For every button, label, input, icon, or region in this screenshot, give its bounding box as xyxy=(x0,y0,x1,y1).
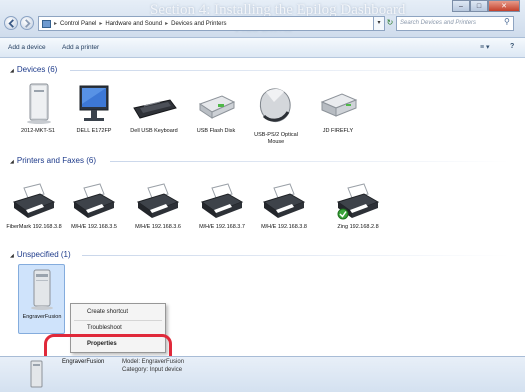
printers-group-header[interactable]: ◢ Printers and Faxes (6) xyxy=(10,156,96,165)
printer-item[interactable]: M/H/E 192.168.3.5 xyxy=(66,180,122,231)
printer-item-default[interactable]: Zing 192.168.2.8 xyxy=(330,180,386,231)
device-label: 2012-MKT-S1 xyxy=(21,128,55,134)
unspecified-group-label: Unspecified (1) xyxy=(16,250,71,259)
address-bar[interactable]: ▸ Control Panel ▸ Hardware and Sound ▸ D… xyxy=(38,16,374,31)
breadcrumb-hardware-sound[interactable]: Hardware and Sound xyxy=(105,21,162,27)
device-tower-icon xyxy=(31,269,53,310)
details-category: Category: Input device xyxy=(122,367,183,373)
group-divider xyxy=(70,70,510,71)
details-pane: EngraverFusion Model: EngraverFusion Cat… xyxy=(0,356,525,392)
keyboard-icon xyxy=(133,99,177,119)
devices-group-header[interactable]: ◢ Devices (6) xyxy=(10,65,57,74)
device-item[interactable]: DELL E172FP xyxy=(66,82,122,135)
printer-item[interactable]: M/H/E 192.168.3.8 xyxy=(256,180,312,231)
printer-item[interactable]: M/H/E 192.168.3.7 xyxy=(194,180,250,231)
add-device-button[interactable]: Add a device xyxy=(8,44,46,51)
printer-icon xyxy=(72,183,116,218)
collapse-icon[interactable]: ◢ xyxy=(10,159,14,165)
printer-icon xyxy=(262,183,306,218)
device-label: JD FIREFLY xyxy=(322,128,354,134)
printer-icon xyxy=(200,183,244,218)
view-options-button[interactable]: ≡ ▾ xyxy=(480,43,490,51)
device-label: USB Flash Disk xyxy=(196,128,236,134)
menu-item-create-shortcut[interactable]: Create shortcut xyxy=(87,309,128,315)
maximize-button[interactable]: □ xyxy=(470,0,488,12)
printer-label: M/H/E 192.168.3.7 xyxy=(199,224,245,230)
group-divider xyxy=(110,161,510,162)
menu-divider xyxy=(74,320,162,321)
title-bar: Section 4: Installing the Epilog Dashboa… xyxy=(0,0,525,38)
flash-drive-icon xyxy=(198,95,236,119)
breadcrumb-separator: ▸ xyxy=(54,21,58,27)
group-divider xyxy=(82,255,510,256)
unspecified-item[interactable]: EngraverFusion xyxy=(14,268,70,321)
minimize-button[interactable]: – xyxy=(452,0,470,12)
menu-item-troubleshoot[interactable]: Troubleshoot xyxy=(87,325,122,331)
unspecified-group-header[interactable]: ◢ Unspecified (1) xyxy=(10,250,71,259)
device-label: USB-PS/2 Optical Mouse xyxy=(254,132,298,145)
search-icon[interactable]: ⚲ xyxy=(504,17,510,26)
printer-item[interactable]: FiberMark 192.168.3.8 xyxy=(6,180,62,231)
unspecified-label: EngraverFusion xyxy=(22,314,62,320)
breadcrumb-separator: ▸ xyxy=(99,21,103,27)
forward-button[interactable] xyxy=(20,16,34,30)
printer-label: M/H/E 192.168.3.6 xyxy=(135,224,181,230)
device-item[interactable]: Dell USB Keyboard xyxy=(126,82,182,135)
device-label: DELL E172FP xyxy=(76,128,112,134)
arrow-right-icon xyxy=(25,19,31,28)
back-button[interactable] xyxy=(4,16,18,30)
breadcrumb-separator: ▸ xyxy=(165,21,169,27)
printer-icon xyxy=(12,183,56,218)
close-button[interactable]: ✕ xyxy=(488,0,520,12)
devices-group-label: Devices (6) xyxy=(16,65,58,74)
printer-icon xyxy=(136,183,180,218)
details-device-name: EngraverFusion xyxy=(62,359,105,365)
breadcrumb-devices-printers[interactable]: Devices and Printers xyxy=(171,21,226,27)
printer-label: FiberMark 192.168.3.8 xyxy=(6,224,62,230)
device-item[interactable]: USB Flash Disk xyxy=(188,82,244,135)
mouse-icon xyxy=(259,88,291,123)
add-printer-button[interactable]: Add a printer xyxy=(62,44,99,51)
device-item[interactable]: JD FIREFLY xyxy=(310,82,366,135)
command-bar: Add a device Add a printer ≡ ▾ ? xyxy=(0,38,525,58)
help-icon[interactable]: ? xyxy=(510,43,514,50)
printer-label: M/H/E 192.168.3.5 xyxy=(71,224,117,230)
printer-icon xyxy=(336,183,380,220)
arrow-left-icon xyxy=(8,19,14,28)
collapse-icon[interactable]: ◢ xyxy=(10,68,14,74)
device-item[interactable]: 2012-MKT-S1 xyxy=(10,82,66,135)
printers-group-label: Printers and Faxes (6) xyxy=(16,156,96,165)
printer-item[interactable]: M/H/E 192.168.3.6 xyxy=(130,180,186,231)
device-label: Dell USB Keyboard xyxy=(130,128,178,134)
drive-icon xyxy=(320,93,358,117)
collapse-icon[interactable]: ◢ xyxy=(10,253,14,259)
address-dropdown[interactable]: ▾ xyxy=(374,16,385,31)
search-input[interactable]: Search Devices and Printers xyxy=(396,16,514,31)
device-item[interactable]: USB-PS/2 Optical Mouse xyxy=(248,82,304,146)
refresh-icon[interactable]: ↻ xyxy=(385,16,395,31)
printer-label: M/H/E 192.168.3.8 xyxy=(261,224,307,230)
monitor-icon xyxy=(79,85,109,121)
device-tower-icon xyxy=(30,360,43,388)
printer-label: Zing 192.168.2.8 xyxy=(337,224,379,230)
control-panel-icon xyxy=(42,19,51,28)
computer-tower-icon xyxy=(27,83,51,124)
details-model: Model: EngraverFusion xyxy=(122,359,185,365)
breadcrumb-control-panel[interactable]: Control Panel xyxy=(60,21,96,27)
